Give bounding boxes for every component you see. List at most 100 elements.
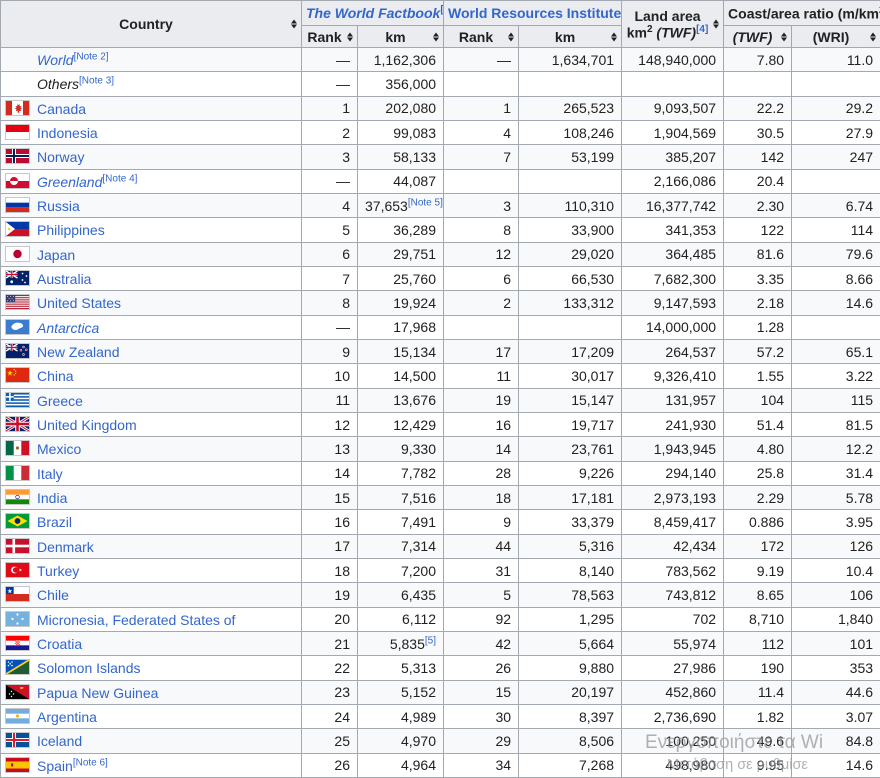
flag-greece-icon [5, 392, 30, 408]
twf-rank-cell: — [302, 315, 358, 339]
twf-km-value: 6,112 [402, 611, 436, 627]
country-link[interactable]: Antarctica [37, 320, 99, 336]
flag-croatia-icon [5, 635, 30, 651]
column-header-country[interactable]: Country [1, 1, 302, 48]
country-link[interactable]: Greece [37, 393, 83, 409]
sort-icon[interactable] [508, 32, 514, 41]
country-link[interactable]: Denmark [37, 539, 94, 555]
wri-rank-cell: 31 [444, 558, 519, 582]
sort-icon[interactable] [611, 32, 617, 41]
table-row: Canada 1 202,080 1 265,523 9,093,507 22.… [1, 96, 880, 120]
country-link[interactable]: Mexico [37, 441, 81, 457]
country-link[interactable]: Norway [37, 149, 84, 165]
country-link: Others [37, 76, 79, 92]
wri-km-cell [519, 169, 622, 193]
note-ref[interactable]: [Note 2] [74, 52, 109, 63]
column-header-wri-km[interactable]: km [519, 26, 622, 48]
table-row: Denmark 17 7,314 44 5,316 42,434 172 126 [1, 534, 880, 558]
wri-rank-cell: 44 [444, 534, 519, 558]
country-link[interactable]: Brazil [37, 514, 72, 530]
note-ref[interactable]: [Note 6] [73, 757, 108, 768]
table-row: Norway 3 58,133 7 53,199 385,207 142 247 [1, 145, 880, 169]
country-link[interactable]: China [37, 368, 74, 384]
land-area-cell: 341,353 [622, 218, 724, 242]
country-link[interactable]: New Zealand [37, 344, 120, 360]
country-link[interactable]: Papua New Guinea [37, 685, 158, 701]
ratio-wri-cell: 10.4 [792, 558, 880, 582]
country-link[interactable]: United Kingdom [37, 417, 137, 433]
sort-icon[interactable] [870, 32, 876, 41]
country-link[interactable]: Japan [37, 247, 75, 263]
table-row: Russia 4 37,653[Note 5] 3 110,310 16,377… [1, 193, 880, 217]
country-link[interactable]: Greenland [37, 174, 102, 190]
country-link[interactable]: Italy [37, 466, 63, 482]
country-link[interactable]: Argentina [37, 709, 97, 725]
sort-icon[interactable] [781, 32, 787, 41]
country-link[interactable]: Iceland [37, 733, 82, 749]
country-cell: Others[Note 3] [1, 72, 302, 96]
sort-icon[interactable] [347, 32, 353, 41]
country-link[interactable]: Canada [37, 101, 86, 117]
sort-icon[interactable] [291, 20, 297, 29]
country-link[interactable]: United States [37, 295, 121, 311]
table-row: Turkey 18 7,200 31 8,140 783,562 9.19 10… [1, 558, 880, 582]
column-header-ratio-wri[interactable]: (WRI) [792, 26, 880, 48]
land-area-cell: 2,973,193 [622, 485, 724, 509]
note-ref[interactable]: [Note 3] [79, 76, 114, 87]
country-link[interactable]: World [37, 52, 74, 68]
land-area-cell: 8,459,417 [622, 510, 724, 534]
country-cell: India [1, 485, 302, 509]
twf-km-cell: 19,924 [358, 291, 444, 315]
citation-ref[interactable]: [4] [696, 24, 708, 35]
column-group-world-factbook[interactable]: The World Factbook[3] [302, 1, 444, 26]
ratio-twf-cell: 8,710 [724, 607, 792, 631]
flag-solomon-islands-icon [5, 659, 30, 675]
ratio-twf-cell: 7.80 [724, 48, 792, 72]
wri-km-cell: 66,530 [519, 266, 622, 290]
country-link[interactable]: Croatia [37, 636, 82, 652]
flag-united-kingdom-icon [5, 416, 30, 432]
note-ref[interactable]: [Note 4] [102, 173, 137, 184]
column-header-ratio-twf[interactable]: (TWF) [724, 26, 792, 48]
country-link[interactable]: Chile [37, 587, 69, 603]
land-area-cell: 14,000,000 [622, 315, 724, 339]
country-link[interactable]: India [37, 490, 67, 506]
table-row: Greenland[Note 4] — 44,087 2,166,086 20.… [1, 169, 880, 193]
column-header-land-area[interactable]: Land area km2 (TWF)[4] [622, 1, 724, 48]
sort-icon[interactable] [433, 32, 439, 41]
world-factbook-link[interactable]: The World Factbook [306, 5, 440, 21]
km-note-ref[interactable]: [5] [425, 635, 436, 646]
world-resources-institute-link[interactable]: World Resources Institute [448, 5, 621, 21]
flag-antarctica-icon [5, 319, 30, 335]
ratio-twf-cell: 2.29 [724, 485, 792, 509]
country-link[interactable]: Indonesia [37, 125, 98, 141]
ratio-wri-cell: 29.2 [792, 96, 880, 120]
country-link[interactable]: Solomon Islands [37, 660, 141, 676]
ratio-wri-cell [792, 315, 880, 339]
country-cell: Brazil [1, 510, 302, 534]
km-note-ref[interactable]: [Note 5] [408, 197, 443, 208]
country-link[interactable]: Micronesia, Federated States of [37, 612, 235, 628]
country-cell: Norway [1, 145, 302, 169]
country-link[interactable]: Australia [37, 271, 91, 287]
ratio-wri-cell: 5.78 [792, 485, 880, 509]
column-header-twf-rank[interactable]: Rank [302, 26, 358, 48]
country-link[interactable]: Turkey [37, 563, 79, 579]
country-link[interactable]: Russia [37, 198, 80, 214]
country-link[interactable]: Spain [37, 758, 73, 774]
country-cell: United States [1, 291, 302, 315]
column-header-twf-km[interactable]: km [358, 26, 444, 48]
wri-rank-cell: 14 [444, 437, 519, 461]
wri-rank-cell: 2 [444, 291, 519, 315]
twf-rank-cell: 21 [302, 631, 358, 655]
ratio-twf-cell: 49.6 [724, 729, 792, 753]
twf-rank-cell: 2 [302, 120, 358, 144]
wri-km-cell: 8,397 [519, 704, 622, 728]
country-link[interactable]: Philippines [37, 222, 105, 238]
twf-km-cell: 4,964 [358, 753, 444, 777]
country-cell: Papua New Guinea [1, 680, 302, 704]
sort-icon[interactable] [713, 20, 719, 29]
column-header-wri-rank[interactable]: Rank [444, 26, 519, 48]
column-group-world-resources-institute[interactable]: World Resources Institute[2] [444, 1, 622, 26]
country-cell: Italy [1, 461, 302, 485]
